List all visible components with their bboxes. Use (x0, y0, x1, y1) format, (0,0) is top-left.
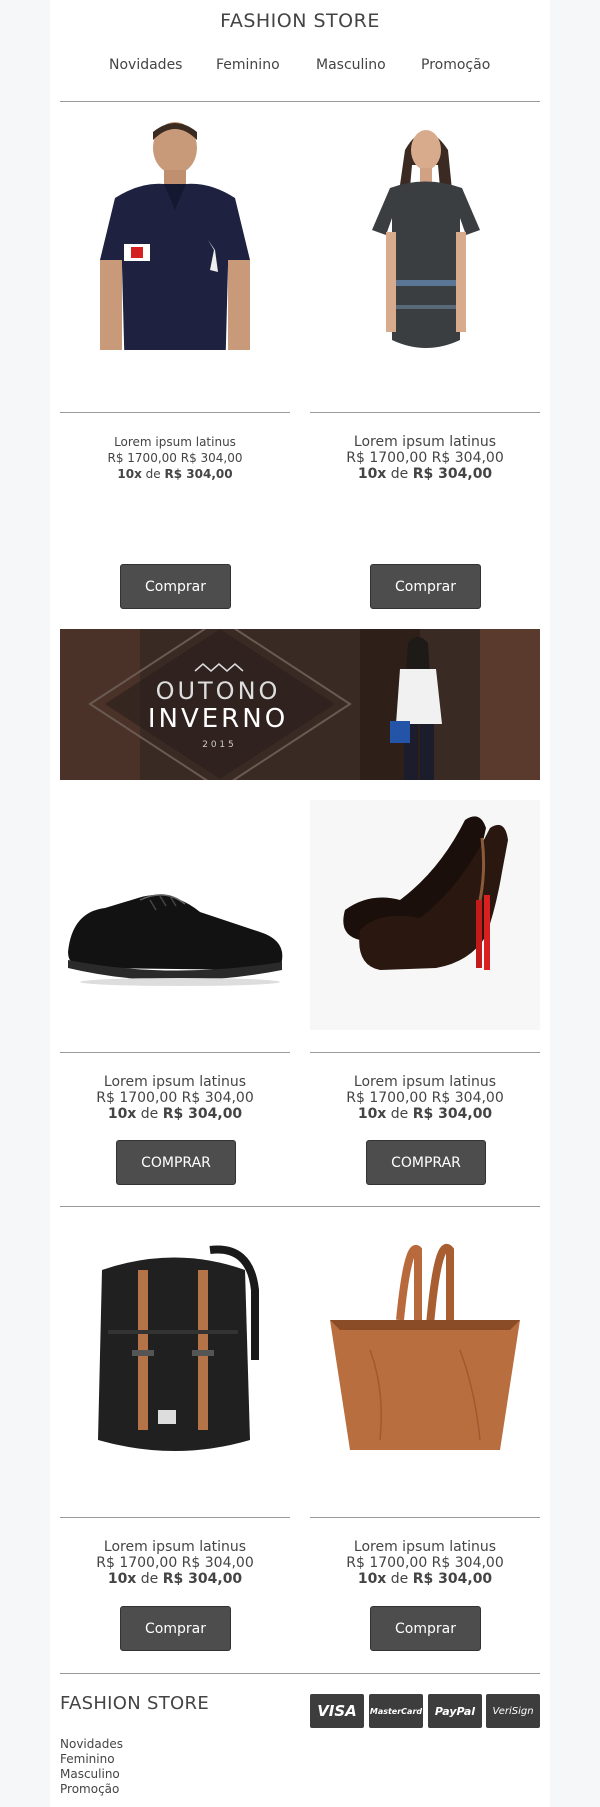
installment-count: 10x (117, 467, 142, 481)
paypal-icon: PayPal (428, 1694, 482, 1728)
buy-button[interactable]: Comprar (370, 564, 481, 609)
product-card: Lorem ipsum latinus R$ 1700,00 R$ 304,00… (310, 800, 540, 1220)
installment-value: R$ 304,00 (412, 1106, 493, 1122)
footer-link-feminino[interactable]: Feminino (60, 1752, 123, 1767)
buy-button[interactable]: Comprar (370, 1606, 481, 1651)
product-name[interactable]: Lorem ipsum latinus (60, 435, 290, 449)
installment-separator: de (136, 1571, 163, 1587)
product-price: R$ 1700,00 R$ 304,00 (96, 1555, 254, 1571)
installment-count: 10x (357, 466, 387, 482)
header-brand[interactable]: FASHION STORE (50, 10, 550, 32)
product-image-tote-bag[interactable] (310, 1230, 540, 1460)
buy-button[interactable]: Comprar (120, 564, 231, 609)
product-installments: 10x de R$ 304,00 (310, 1571, 540, 1587)
header-divider (60, 101, 540, 102)
footer-divider (60, 1673, 540, 1674)
product-price: R$ 1700,00 R$ 304,00 (346, 450, 504, 466)
top-nav: Novidades Feminino Masculino Promoção (50, 57, 550, 79)
product-installments: 10x de R$ 304,00 (60, 1571, 290, 1587)
verisign-icon: VeriSign (486, 1694, 540, 1728)
product-name[interactable]: Lorem ipsum latinus (310, 1539, 540, 1555)
nav-item-novidades[interactable]: Novidades (109, 57, 182, 73)
product-image-backpack[interactable] (60, 1230, 290, 1460)
nav-item-promocao[interactable]: Promoção (421, 57, 490, 73)
installment-separator: de (386, 1571, 413, 1587)
product-price: R$ 1700,00 R$ 304,00 (107, 451, 243, 465)
nav-item-masculino[interactable]: Masculino (316, 57, 386, 73)
product-card: Lorem ipsum latinus R$ 1700,00 R$ 304,00… (60, 800, 290, 1220)
banner-line1: OUTONO (156, 677, 281, 705)
card-divider (60, 1517, 290, 1518)
payment-methods: VISA MasterCard PayPal VeriSign (310, 1694, 540, 1728)
product-name[interactable]: Lorem ipsum latinus (310, 434, 540, 450)
product-image-polo-shirt[interactable] (60, 120, 290, 350)
installment-value: R$ 304,00 (162, 1571, 243, 1587)
mastercard-icon: MasterCard (369, 1694, 423, 1728)
footer-link-promocao[interactable]: Promoção (60, 1782, 123, 1797)
product-card: Lorem ipsum latinus R$ 1700,00 R$ 304,00… (310, 110, 540, 620)
installment-separator: de (141, 467, 165, 481)
installment-value: R$ 304,00 (164, 467, 233, 481)
banner-line2: INVERNO (148, 704, 288, 734)
buy-button[interactable]: COMPRAR (366, 1140, 486, 1185)
installment-separator: de (386, 1106, 413, 1122)
footer-link-novidades[interactable]: Novidades (60, 1737, 123, 1752)
product-installments: 10x de R$ 304,00 (60, 467, 290, 481)
product-installments: 10x de R$ 304,00 (60, 1106, 290, 1122)
installment-value: R$ 304,00 (162, 1106, 243, 1122)
product-installments: 10x de R$ 304,00 (310, 1106, 540, 1122)
card-divider (60, 412, 290, 413)
footer-brand[interactable]: FASHION STORE (60, 1693, 209, 1714)
card-divider (310, 1052, 540, 1053)
installment-separator: de (136, 1106, 163, 1122)
banner-year: 2 0 1 5 (202, 740, 234, 750)
product-card: Lorem ipsum latinus R$ 1700,00 R$ 304,00… (310, 1230, 540, 1660)
footer-link-masculino[interactable]: Masculino (60, 1767, 123, 1782)
installment-value: R$ 304,00 (412, 466, 493, 482)
card-divider (310, 1517, 540, 1518)
installment-count: 10x (107, 1571, 137, 1587)
product-installments: 10x de R$ 304,00 (310, 466, 540, 482)
product-price: R$ 1700,00 R$ 304,00 (96, 1090, 254, 1106)
buy-button[interactable]: Comprar (120, 1606, 231, 1651)
product-image-dress[interactable] (310, 120, 540, 350)
visa-icon: VISA (310, 1694, 364, 1728)
product-image-heels[interactable] (310, 800, 540, 1030)
card-divider (60, 1052, 290, 1053)
product-card: Lorem ipsum latinus R$ 1700,00 R$ 304,00… (60, 110, 290, 620)
installment-count: 10x (107, 1106, 137, 1122)
installment-count: 10x (357, 1571, 387, 1587)
section-divider (60, 1206, 540, 1207)
product-price: R$ 1700,00 R$ 304,00 (346, 1555, 504, 1571)
banner-outono-inverno[interactable]: OUTONO INVERNO 2 0 1 5 (60, 629, 540, 780)
installment-count: 10x (357, 1106, 387, 1122)
footer-links: Novidades Feminino Masculino Promoção (60, 1737, 123, 1797)
product-image-shoe[interactable] (60, 800, 290, 1030)
buy-button[interactable]: COMPRAR (116, 1140, 236, 1185)
product-name[interactable]: Lorem ipsum latinus (60, 1539, 290, 1555)
installment-value: R$ 304,00 (412, 1571, 493, 1587)
nav-item-feminino[interactable]: Feminino (216, 57, 280, 73)
email-container: FASHION STORE Novidades Feminino Masculi… (50, 0, 550, 1807)
product-card: Lorem ipsum latinus R$ 1700,00 R$ 304,00… (60, 1230, 290, 1660)
installment-separator: de (386, 466, 413, 482)
product-price: R$ 1700,00 R$ 304,00 (346, 1090, 504, 1106)
product-name[interactable]: Lorem ipsum latinus (310, 1074, 540, 1090)
card-divider (310, 412, 540, 413)
product-name[interactable]: Lorem ipsum latinus (60, 1074, 290, 1090)
